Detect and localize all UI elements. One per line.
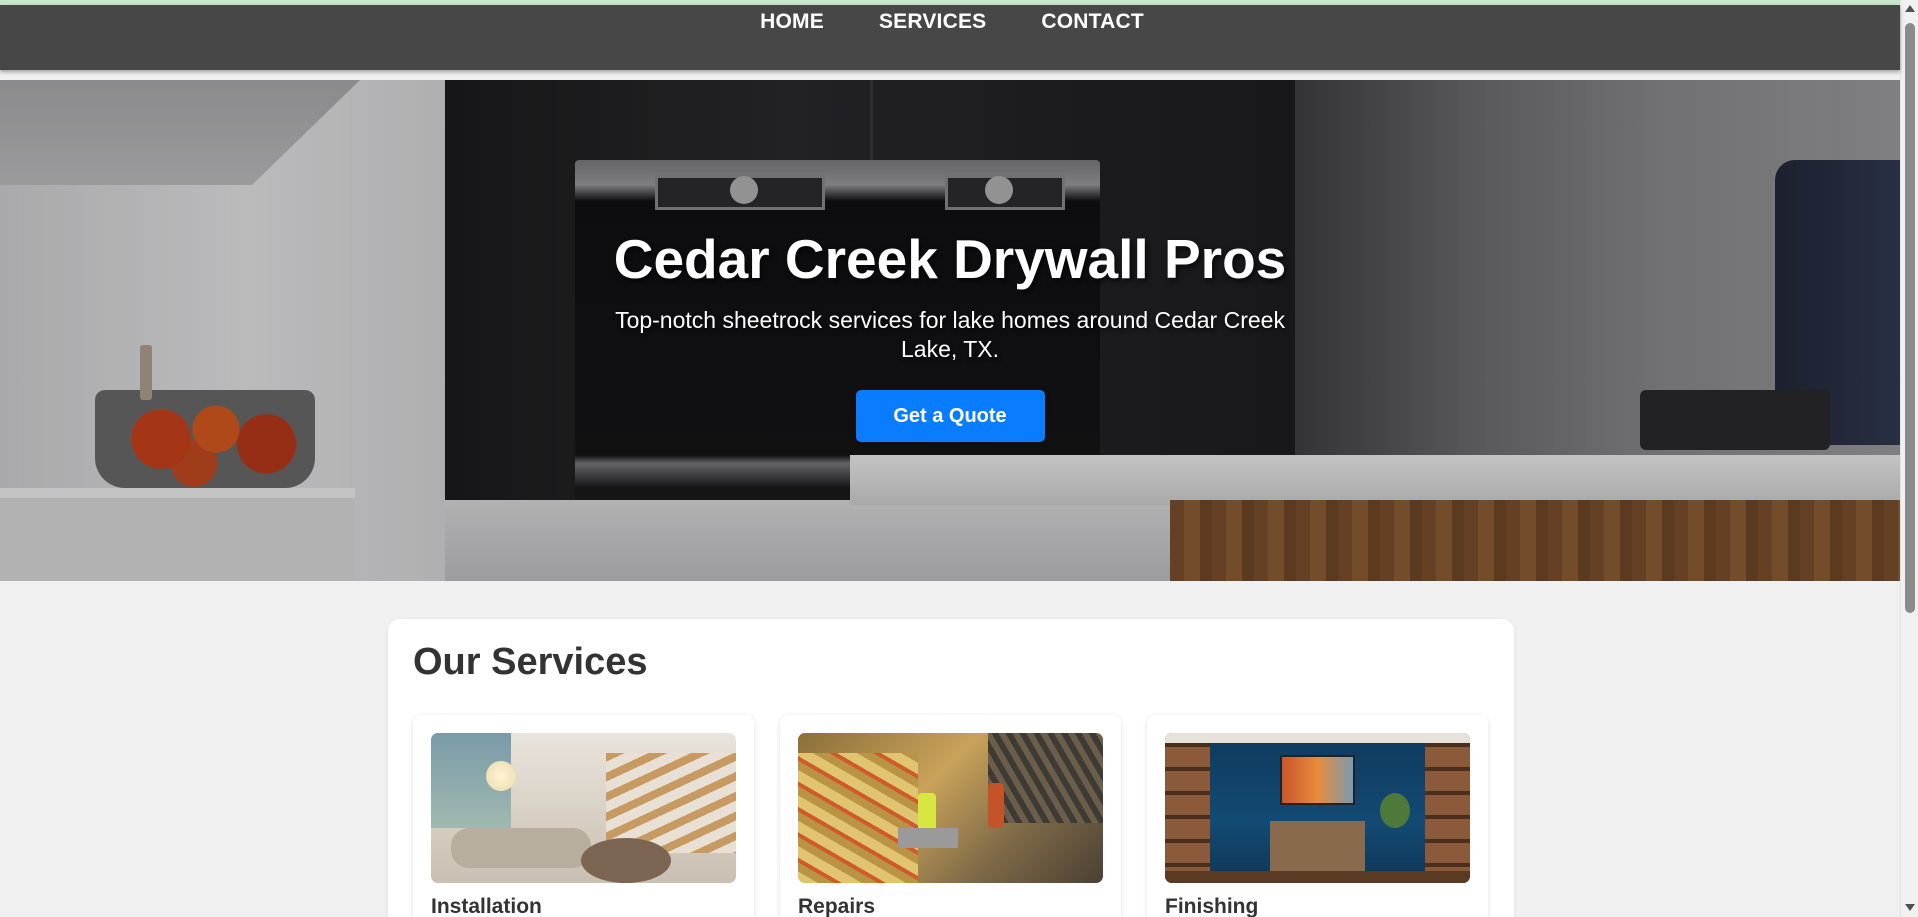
repairs-title: Repairs bbox=[798, 895, 876, 917]
hero-subtitle: Top-notch sheetrock services for lake ho… bbox=[615, 307, 1285, 362]
service-card-repairs[interactable]: Repairs bbox=[780, 715, 1121, 917]
nav-links: HOME SERVICES CONTACT bbox=[760, 10, 1144, 34]
finishing-image bbox=[1165, 733, 1470, 883]
scroll-thumb[interactable] bbox=[1905, 23, 1915, 613]
installation-title: Installation bbox=[431, 895, 542, 917]
nav-link-services[interactable]: SERVICES bbox=[879, 10, 986, 34]
hero-section: Cedar Creek Drywall Pros Top-notch sheet… bbox=[0, 80, 1900, 581]
hero-content: Cedar Creek Drywall Pros Top-notch sheet… bbox=[590, 226, 1310, 442]
nav-link-home[interactable]: HOME bbox=[760, 10, 824, 34]
get-a-quote-button[interactable]: Get a Quote bbox=[855, 390, 1045, 442]
service-card-finishing[interactable]: Finishing bbox=[1147, 715, 1488, 917]
services-heading: Our Services bbox=[413, 641, 648, 683]
hero-title: Cedar Creek Drywall Pros bbox=[613, 228, 1287, 290]
finishing-title: Finishing bbox=[1165, 895, 1259, 917]
service-card-installation[interactable]: Installation bbox=[413, 715, 754, 917]
services-section: Our Services Installation Repairs Finish… bbox=[388, 619, 1514, 917]
nav-link-contact[interactable]: CONTACT bbox=[1041, 10, 1144, 34]
repairs-image bbox=[798, 733, 1103, 883]
vertical-scrollbar[interactable] bbox=[1900, 0, 1918, 917]
scroll-down-arrow-icon[interactable] bbox=[1905, 904, 1915, 911]
installation-image bbox=[431, 733, 736, 883]
scroll-up-arrow-icon[interactable] bbox=[1905, 5, 1915, 12]
top-navbar: HOME SERVICES CONTACT bbox=[0, 5, 1900, 70]
